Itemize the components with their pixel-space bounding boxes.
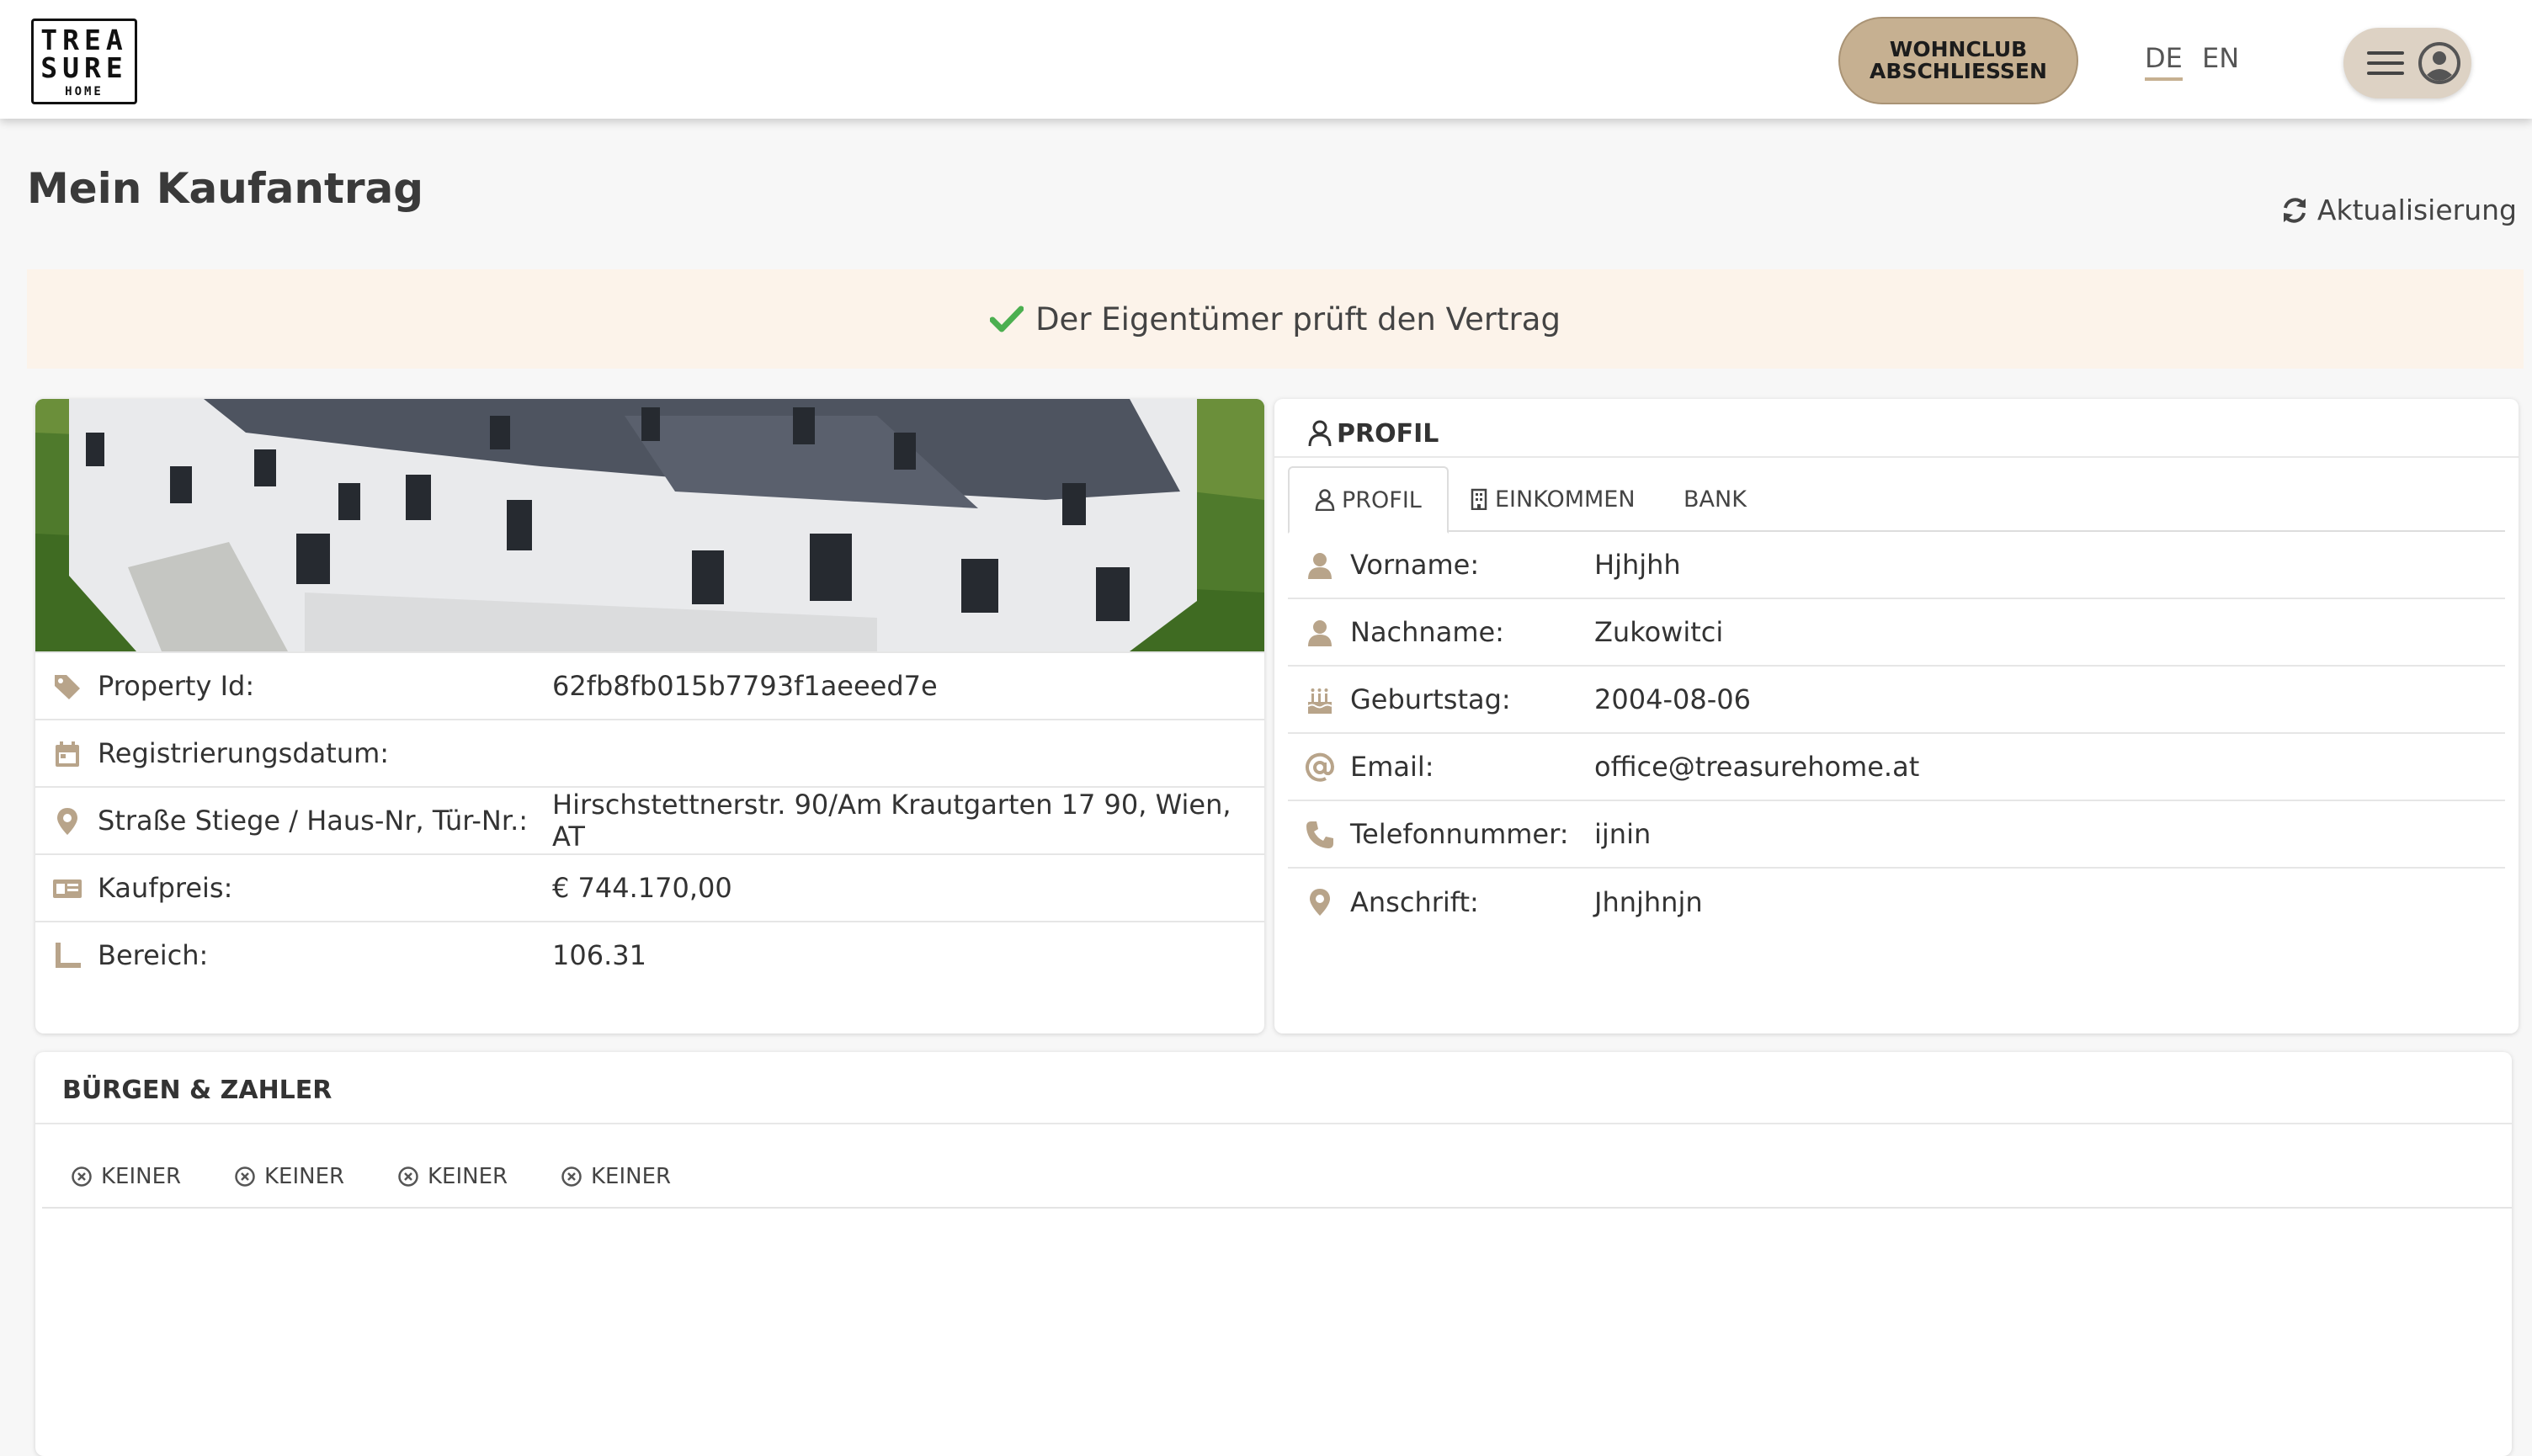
hamburger-menu-icon bbox=[2367, 51, 2404, 75]
ruler-icon bbox=[56, 943, 81, 968]
user-icon bbox=[1315, 489, 1335, 511]
tab-keiner-2[interactable]: KEINER bbox=[234, 1145, 344, 1209]
profile-row-telefon: Telefonnummer: ijnin bbox=[1288, 801, 2505, 869]
circle-x-icon bbox=[398, 1166, 418, 1187]
tag-icon bbox=[55, 675, 80, 699]
telefon-value: ijnin bbox=[1594, 818, 1652, 850]
location-pin-icon bbox=[57, 808, 77, 835]
divider bbox=[1274, 456, 2519, 458]
tab-einkommen[interactable]: EINKOMMEN bbox=[1444, 466, 1661, 532]
refresh-icon bbox=[2283, 197, 2306, 223]
nachname-value: Zukowitci bbox=[1594, 616, 1724, 648]
profile-row-anschrift: Anschrift: Jhnjhnjn bbox=[1288, 869, 2505, 936]
property-id-row: Property Id: 62fb8fb015b7793f1aeeed7e bbox=[35, 651, 1264, 719]
calendar-icon bbox=[56, 741, 79, 767]
geburtstag-label: Geburtstag: bbox=[1350, 683, 1511, 715]
check-icon bbox=[990, 306, 1024, 332]
tab-profil[interactable]: PROFIL bbox=[1288, 466, 1449, 534]
property-id-value: 62fb8fb015b7793f1aeeed7e bbox=[552, 670, 938, 702]
at-icon bbox=[1306, 752, 1335, 782]
geburtstag-value: 2004-08-06 bbox=[1594, 683, 1751, 715]
email-label: Email: bbox=[1350, 751, 1434, 783]
circle-x-icon bbox=[561, 1166, 582, 1187]
treasure-home-logo[interactable]: TREA SURE HOME bbox=[31, 19, 137, 104]
phone-icon bbox=[1306, 821, 1333, 848]
area-row: Bereich: 106.31 bbox=[35, 921, 1264, 988]
nachname-label: Nachname: bbox=[1350, 616, 1504, 648]
price-label: Kaufpreis: bbox=[98, 872, 233, 904]
profile-card-header: PROFIL bbox=[1308, 412, 1439, 454]
page-title: Mein Kaufantrag bbox=[27, 164, 424, 213]
building-icon bbox=[1471, 488, 1487, 510]
top-navigation-bar: TREA SURE HOME WOHNCLUB ABSCHLIESSEN DE … bbox=[0, 0, 2532, 119]
tab-bank-label: BANK bbox=[1684, 486, 1747, 513]
buergen-zahler-title: BÜRGEN & ZAHLER bbox=[62, 1075, 332, 1105]
property-image bbox=[35, 399, 1264, 651]
area-value: 106.31 bbox=[552, 939, 646, 971]
tab-keiner-1-label: KEINER bbox=[101, 1164, 182, 1189]
tab-profil-label: PROFIL bbox=[1342, 486, 1422, 513]
property-card: Property Id: 62fb8fb015b7793f1aeeed7e Re… bbox=[35, 399, 1264, 1034]
status-banner: Der Eigentümer prüft den Vertrag bbox=[27, 269, 2524, 369]
circle-x-icon bbox=[72, 1166, 92, 1187]
tab-einkommen-label: EINKOMMEN bbox=[1495, 486, 1636, 513]
area-label: Bereich: bbox=[98, 939, 209, 971]
registration-date-row: Registrierungsdatum: bbox=[35, 719, 1264, 786]
location-pin-icon bbox=[1310, 889, 1330, 916]
price-value: € 744.170,00 bbox=[552, 872, 732, 904]
circle-x-icon bbox=[235, 1166, 255, 1187]
user-icon bbox=[1308, 620, 1332, 646]
user-menu-button[interactable] bbox=[2343, 28, 2471, 98]
vorname-value: Hjhjhh bbox=[1594, 549, 1681, 581]
language-de-link[interactable]: DE bbox=[2145, 42, 2183, 81]
profile-tabs: PROFIL EINKOMMEN BANK bbox=[1288, 466, 2505, 534]
logo-line-2: SURE bbox=[40, 50, 128, 84]
logo-line-1: TREA bbox=[40, 23, 128, 56]
logo-line-3: HOME bbox=[65, 84, 104, 98]
tab-keiner-4-label: KEINER bbox=[591, 1164, 672, 1189]
profile-card: PROFIL PROFIL EINKOMMEN BANK Vorname: Hj… bbox=[1274, 399, 2519, 1034]
vorname-label: Vorname: bbox=[1350, 549, 1480, 581]
user-outline-icon bbox=[1308, 420, 1332, 447]
anschrift-value: Jhnjhnjn bbox=[1594, 886, 1703, 918]
profile-row-email: Email: office@treasurehome.at bbox=[1288, 734, 2505, 801]
telefon-label: Telefonnummer: bbox=[1350, 818, 1569, 850]
user-icon bbox=[1308, 553, 1332, 579]
tab-keiner-1[interactable]: KEINER bbox=[71, 1145, 181, 1209]
address-value: Hirschstettnerstr. 90/Am Krautgarten 17 … bbox=[552, 789, 1231, 853]
profile-row-nachname: Nachname: Zukowitci bbox=[1288, 599, 2505, 667]
address-label: Straße Stiege / Haus-Nr, Tür-Nr.: bbox=[98, 805, 529, 837]
wohnclub-abschliessen-button[interactable]: WOHNCLUB ABSCHLIESSEN bbox=[1838, 17, 2078, 104]
status-text: Der Eigentümer prüft den Vertrag bbox=[1035, 300, 1561, 337]
birthday-cake-icon bbox=[1307, 688, 1332, 714]
divider bbox=[35, 1123, 2512, 1124]
tab-keiner-2-label: KEINER bbox=[264, 1164, 345, 1189]
refresh-button[interactable]: Aktualisierung bbox=[2280, 194, 2517, 226]
buergen-tabs: KEINER KEINER KEINER KEINER bbox=[42, 1145, 2512, 1209]
buergen-zahler-card: BÜRGEN & ZAHLER KEINER KEINER KEINER KEI… bbox=[35, 1052, 2512, 1456]
tab-bank[interactable]: BANK bbox=[1658, 466, 1772, 532]
user-avatar-icon bbox=[2418, 42, 2460, 84]
property-id-label: Property Id: bbox=[98, 670, 255, 702]
tab-keiner-4[interactable]: KEINER bbox=[561, 1145, 671, 1209]
address-row: Straße Stiege / Haus-Nr, Tür-Nr.: Hirsch… bbox=[35, 786, 1264, 853]
tab-keiner-3-label: KEINER bbox=[428, 1164, 508, 1189]
language-en-link[interactable]: EN bbox=[2202, 42, 2239, 74]
profile-row-vorname: Vorname: Hjhjhh bbox=[1288, 532, 2505, 599]
refresh-label: Aktualisierung bbox=[2317, 194, 2517, 226]
email-value: office@treasurehome.at bbox=[1594, 751, 1920, 783]
profile-card-title: PROFIL bbox=[1337, 418, 1439, 449]
price-row: Kaufpreis: € 744.170,00 bbox=[35, 853, 1264, 921]
anschrift-label: Anschrift: bbox=[1350, 886, 1479, 918]
price-card-icon bbox=[53, 879, 82, 898]
profile-row-geburtstag: Geburtstag: 2004-08-06 bbox=[1288, 667, 2505, 734]
registration-date-label: Registrierungsdatum: bbox=[98, 737, 390, 769]
tab-keiner-3[interactable]: KEINER bbox=[397, 1145, 508, 1209]
